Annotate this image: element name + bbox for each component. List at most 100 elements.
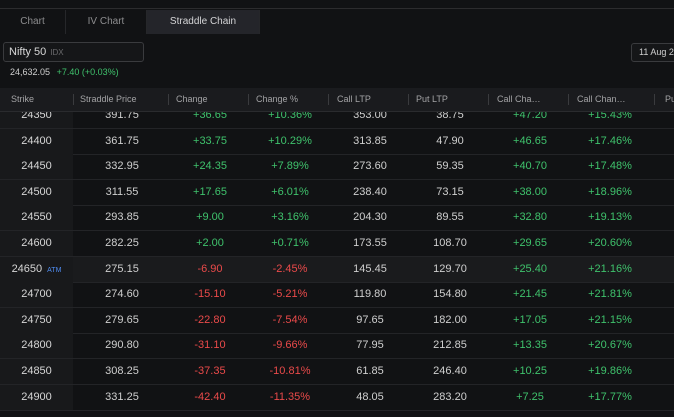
- header-put[interactable]: Pu: [665, 88, 674, 111]
- table-row[interactable]: 24750 279.65 -22.80 -7.54% 97.65 182.00 +17.05…: [0, 307, 674, 334]
- instrument-quote: 24,632.05 +7.40 (+0.03%): [10, 67, 119, 77]
- put-ltp-cell: 212.85: [433, 339, 467, 352]
- header-call-ltp[interactable]: Call LTP: [337, 88, 371, 111]
- column-separator: [408, 94, 409, 105]
- strike-cell: 24450: [0, 154, 73, 180]
- column-separator: [488, 94, 489, 105]
- strike-cell: 24700: [0, 282, 73, 308]
- call-chg-pct-cell: +18.96%: [588, 185, 632, 198]
- call-chg-pct-cell: +20.60%: [588, 237, 632, 249]
- call-chg-pct-cell: +17.48%: [588, 160, 632, 173]
- call-chg-pct-cell: +19.13%: [588, 211, 632, 224]
- table-row[interactable]: 24450 332.95 +24.35 +7.89% 273.60 59.35 +40.70…: [0, 154, 674, 181]
- change-cell: -6.90: [197, 262, 223, 275]
- change-pct-cell: -5.21%: [272, 288, 308, 301]
- change-pct-cell: +0.71%: [271, 237, 309, 249]
- call-ltp-cell: 273.60: [353, 160, 387, 173]
- strike-value: 24800: [21, 339, 52, 352]
- strike-cell: 24800: [0, 333, 73, 359]
- table-row[interactable]: 24800 290.80 -31.10 -9.66% 77.95 212.85 +13.35…: [0, 333, 674, 360]
- table-row[interactable]: 24650 ATM 275.15 -6.90 -2.45% 145.45 129.70 +25…: [0, 256, 674, 283]
- call-chg-cell: +32.80: [513, 211, 547, 224]
- change-pct-cell: -9.66%: [272, 339, 308, 352]
- column-separator: [73, 94, 74, 105]
- call-chg-cell: +38.00: [513, 185, 547, 198]
- change-pct-cell: +3.16%: [271, 211, 309, 224]
- change-cell: -15.10: [194, 288, 226, 301]
- strike-cell: 24550: [0, 205, 73, 231]
- header-call-change[interactable]: Call Cha…: [497, 88, 541, 111]
- table-row[interactable]: 24500 311.55 +17.65 +6.01% 238.40 73.15 +38.00…: [0, 179, 674, 206]
- column-separator: [654, 94, 655, 105]
- put-ltp-cell: 129.70: [433, 262, 467, 275]
- change-pct-cell: -10.81%: [269, 365, 311, 377]
- strike-value: 24650: [11, 262, 43, 275]
- change-cell: +17.65: [193, 185, 227, 198]
- strike-value: 24450: [21, 160, 52, 173]
- strike-value: 24700: [21, 288, 52, 301]
- call-ltp-cell: 173.55: [353, 237, 387, 249]
- change-pct-cell: -7.54%: [272, 313, 308, 326]
- call-ltp-cell: 313.85: [353, 134, 387, 147]
- put-ltp-cell: 182.00: [433, 313, 467, 326]
- table-row[interactable]: 24600 282.25 +2.00 +0.71% 173.55 108.70 +29.65…: [0, 231, 674, 257]
- header-put-ltp[interactable]: Put LTP: [416, 88, 448, 111]
- call-chg-cell: +29.65: [513, 237, 547, 249]
- call-chg-cell: +13.35: [513, 339, 547, 352]
- straddle-cell: 361.75: [105, 134, 139, 147]
- straddle-cell: 311.55: [105, 185, 139, 198]
- change-cell: -37.35: [194, 365, 226, 377]
- call-ltp-cell: 204.30: [353, 211, 387, 224]
- tab-chart[interactable]: Chart: [0, 10, 66, 34]
- atm-badge: ATM: [47, 266, 62, 274]
- put-ltp-cell: 246.40: [433, 365, 467, 377]
- call-ltp-cell: 61.85: [356, 365, 384, 377]
- tab-straddle-chain[interactable]: Straddle Chain: [147, 10, 260, 34]
- call-ltp-cell: 48.05: [356, 390, 384, 403]
- table-row[interactable]: 24900 331.25 -42.40 -11.35% 48.05 283.20 +7.25…: [0, 384, 674, 411]
- table-row[interactable]: 24400 361.75 +33.75 +10.29% 313.85 47.90 +46.6…: [0, 128, 674, 155]
- change-cell: -42.40: [194, 390, 226, 403]
- change-cell: +2.00: [196, 237, 224, 249]
- change-pct-cell: -11.35%: [269, 390, 311, 403]
- strike-cell: 24900: [0, 384, 73, 410]
- instrument-tag: IDX: [50, 47, 64, 57]
- call-chg-cell: +7.25: [516, 390, 544, 403]
- strike-cell: 24500: [0, 179, 73, 205]
- call-chg-pct-cell: +21.81%: [588, 288, 632, 301]
- call-ltp-cell: 238.40: [353, 185, 387, 198]
- call-chg-pct-cell: +21.15%: [588, 313, 632, 326]
- header-straddle-price[interactable]: Straddle Price: [80, 88, 137, 111]
- call-chg-pct-cell: +20.67%: [588, 339, 632, 352]
- table-row[interactable]: 24700 274.60 -15.10 -5.21% 119.80 154.80 +21.4…: [0, 282, 674, 309]
- call-chg-cell: +40.70: [513, 160, 547, 173]
- column-separator: [328, 94, 329, 105]
- tab-iv-chart[interactable]: IV Chart: [66, 10, 147, 34]
- strike-value: 24550: [21, 211, 52, 224]
- column-separator: [568, 94, 569, 105]
- header-change[interactable]: Change: [176, 88, 208, 111]
- header-change-pct[interactable]: Change %: [256, 88, 298, 111]
- view-tabs: Chart IV Chart Straddle Chain: [0, 10, 260, 34]
- straddle-cell: 331.25: [105, 390, 139, 403]
- column-separator: [168, 94, 169, 105]
- straddle-cell: 275.15: [105, 262, 139, 275]
- table-row[interactable]: 24850 308.25 -37.35 -10.81% 61.85 246.40 +10.2…: [0, 359, 674, 385]
- strike-value: 24850: [21, 365, 52, 377]
- change-cell: -22.80: [194, 313, 226, 326]
- call-chg-cell: +25.40: [513, 262, 547, 275]
- instrument-change: +7.40 (+0.03%): [56, 67, 119, 77]
- strike-cell: 24750: [0, 307, 73, 333]
- instrument-selector[interactable]: Nifty 50 IDX: [3, 42, 144, 62]
- header-strike[interactable]: Strike: [11, 88, 34, 111]
- strike-value: 24500: [21, 185, 52, 198]
- strike-value: 24900: [21, 390, 52, 403]
- put-ltp-cell: 59.35: [436, 160, 464, 173]
- expiry-date-picker[interactable]: 11 Aug 2: [631, 43, 674, 62]
- straddle-cell: 290.80: [105, 339, 139, 352]
- table-row[interactable]: 24550 293.85 +9.00 +3.16% 204.30 89.55 +32.80 +…: [0, 205, 674, 232]
- header-call-change-pct[interactable]: Call Chan…: [577, 88, 626, 111]
- straddle-cell: 332.95: [105, 160, 139, 173]
- call-ltp-cell: 119.80: [353, 288, 387, 301]
- call-chg-cell: +21.45: [513, 288, 547, 301]
